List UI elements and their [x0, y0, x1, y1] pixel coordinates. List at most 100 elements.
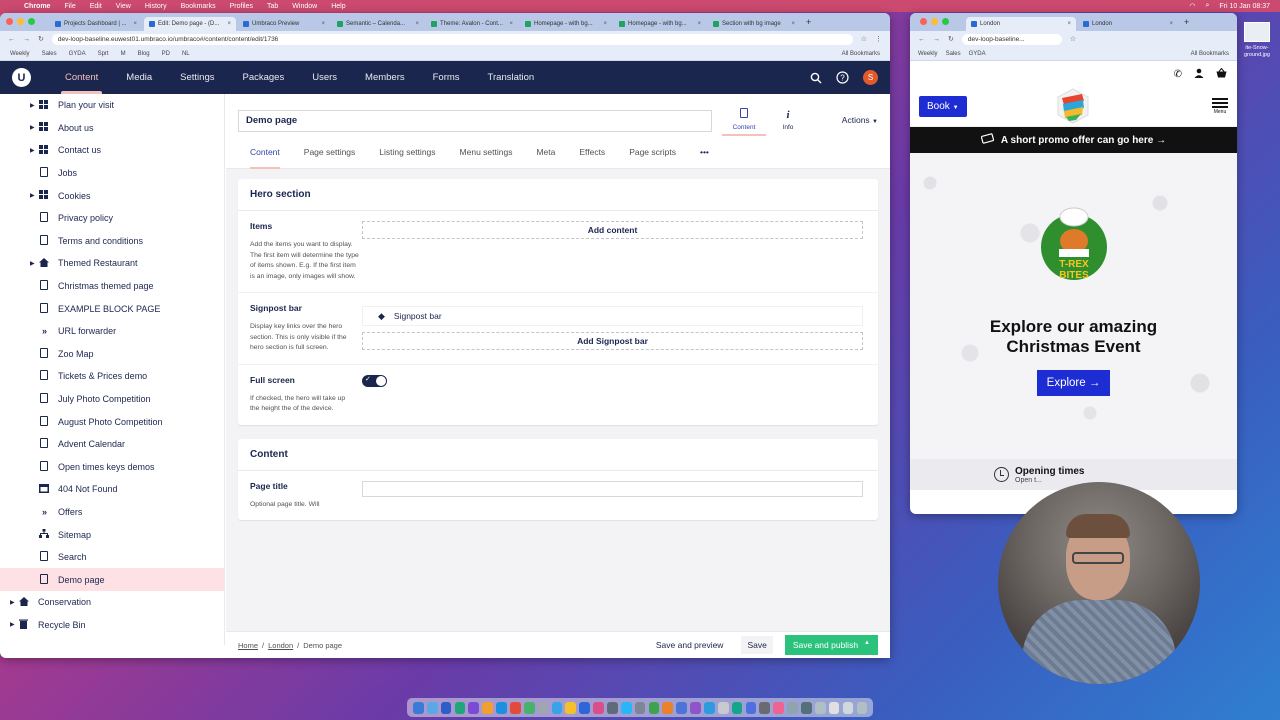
tree-item-cookies[interactable]: ▶ Cookies	[0, 184, 224, 207]
bookmark-item[interactable]: NL	[182, 51, 190, 57]
actions-button[interactable]: Actions ▼	[842, 115, 878, 125]
menubar-clock[interactable]: Fri 10 Jan 08:37	[1219, 3, 1270, 10]
browser-tab[interactable]: Section with bg image ×	[708, 17, 800, 31]
more-tabs-icon[interactable]: •••	[688, 147, 721, 169]
close-icon[interactable]: ×	[791, 21, 795, 27]
section-media[interactable]: Media	[112, 61, 166, 94]
dock-app-icon[interactable]	[704, 701, 715, 714]
dock-app-icon[interactable]	[856, 701, 868, 714]
dock-app-icon[interactable]	[814, 701, 826, 714]
add-signpost-button[interactable]: Add Signpost bar	[362, 332, 863, 351]
bookmark-item[interactable]: GYDA	[69, 51, 86, 57]
tree-item-about-us[interactable]: ▶ About us	[0, 117, 224, 140]
expand-caret-icon[interactable]: ▶	[30, 147, 35, 154]
new-tab-icon[interactable]: +	[1184, 17, 1189, 27]
browser-tab-active[interactable]: London ×	[966, 17, 1076, 31]
tree-item-zoo-map[interactable]: Zoo Map	[0, 343, 224, 366]
minimize-window-button[interactable]	[17, 18, 24, 25]
tree-item-open-times-keys-demos[interactable]: Open times keys demos	[0, 456, 224, 479]
caret-up-icon[interactable]: ▲	[864, 640, 870, 650]
section-settings[interactable]: Settings	[166, 61, 228, 94]
browser-tab-active[interactable]: Edit: Demo page - (D... ×	[144, 17, 236, 31]
dock-app-icon[interactable]	[731, 701, 743, 714]
tree-item-tickets-prices-demo[interactable]: Tickets & Prices demo	[0, 365, 224, 388]
browser-tab[interactable]: Semantic – Calenda... ×	[332, 17, 424, 31]
menu-bookmarks[interactable]: Bookmarks	[181, 3, 216, 10]
menu-tab[interactable]: Tab	[267, 3, 278, 10]
dock-app-icon[interactable]	[440, 701, 452, 714]
app-menu[interactable]: Chrome	[24, 3, 50, 10]
search-icon[interactable]	[809, 71, 822, 84]
tree-item-christmas-themed-page[interactable]: Christmas themed page	[0, 275, 224, 298]
close-window-button[interactable]	[920, 18, 927, 25]
tree-item-recycle-bin[interactable]: ▶ Recycle Bin	[0, 614, 224, 637]
save-button[interactable]: Save	[741, 636, 773, 654]
forward-icon[interactable]: →	[23, 36, 30, 43]
avatar[interactable]: S	[863, 70, 878, 85]
expand-caret-icon[interactable]: ▶	[30, 124, 35, 131]
expand-caret-icon[interactable]: ▶	[30, 260, 35, 267]
close-icon[interactable]: ×	[1169, 21, 1173, 27]
bookmark-item[interactable]: Weekly	[918, 51, 938, 57]
reload-icon[interactable]: ↻	[948, 35, 954, 43]
umbraco-logo[interactable]: U	[12, 68, 31, 87]
dock-app-icon[interactable]	[759, 701, 771, 714]
tab-content[interactable]: Content	[250, 147, 292, 169]
tree-item-privacy-policy[interactable]: Privacy policy	[0, 207, 224, 230]
close-window-button[interactable]	[6, 18, 13, 25]
dock-app-icon[interactable]	[468, 701, 480, 714]
tree-item-themed-restaurant[interactable]: ▶ Themed Restaurant	[0, 252, 224, 275]
book-button[interactable]: Book ▼	[919, 96, 967, 117]
signpost-block-item[interactable]: ◆ Signpost bar	[362, 306, 863, 327]
desktop-file-icon[interactable]: ite-Snow-ground.jpg	[1238, 22, 1276, 59]
expand-caret-icon[interactable]: ▶	[30, 102, 35, 109]
url-field[interactable]: dev-loop-baseline...	[961, 33, 1062, 45]
wifi-icon[interactable]: ◠	[1189, 2, 1195, 10]
explore-button[interactable]: Explore →	[1036, 369, 1111, 396]
close-icon[interactable]: ×	[509, 21, 513, 27]
bookmark-item[interactable]: GYDA	[969, 51, 986, 57]
minimize-window-button[interactable]	[931, 18, 938, 25]
section-content[interactable]: Content	[51, 61, 112, 94]
menu-edit[interactable]: Edit	[90, 3, 102, 10]
all-bookmarks[interactable]: All Bookmarks	[842, 51, 880, 57]
section-forms[interactable]: Forms	[419, 61, 474, 94]
menu-history[interactable]: History	[145, 3, 167, 10]
dock-app-icon[interactable]	[842, 701, 854, 714]
dock-app-icon[interactable]	[523, 701, 535, 714]
expand-caret-icon[interactable]: ▶	[10, 599, 15, 606]
tab-page-settings[interactable]: Page settings	[292, 147, 368, 169]
tree-item-demo-page[interactable]: Demo page	[0, 568, 224, 592]
breadcrumb-home[interactable]: Home	[238, 641, 258, 650]
expand-caret-icon[interactable]: ▶	[10, 621, 15, 628]
tab-menu-settings[interactable]: Menu settings	[448, 147, 525, 169]
dock-app-icon[interactable]	[413, 701, 424, 714]
tree-item-404-not-found[interactable]: 404 Not Found	[0, 478, 224, 501]
dock-app-icon[interactable]	[426, 701, 438, 714]
browser-tab[interactable]: Projects Dashboard | ... ×	[50, 17, 142, 31]
tree-item-search[interactable]: Search	[0, 546, 224, 569]
bookmark-item[interactable]: M	[121, 51, 126, 57]
reload-icon[interactable]: ↻	[38, 35, 44, 43]
tab-page-scripts[interactable]: Page scripts	[617, 147, 688, 169]
dock-app-icon[interactable]	[745, 701, 757, 714]
dock-app-icon[interactable]	[773, 701, 785, 714]
browser-tab[interactable]: Homepage - with bg... ×	[614, 17, 706, 31]
bookmark-item[interactable]: Weekly	[10, 51, 30, 57]
zoom-window-button[interactable]	[942, 18, 949, 25]
url-field[interactable]: dev-loop-baseline.euwest01.umbraco.io/um…	[51, 33, 853, 45]
section-users[interactable]: Users	[298, 61, 351, 94]
close-icon[interactable]: ×	[321, 21, 325, 27]
all-bookmarks[interactable]: All Bookmarks	[1191, 51, 1229, 57]
basket-icon[interactable]	[1216, 67, 1227, 81]
close-icon[interactable]: ×	[133, 21, 137, 27]
dock-app-icon[interactable]	[690, 701, 701, 714]
tree-item-contact-us[interactable]: ▶ Contact us	[0, 139, 224, 162]
search-icon[interactable]: ⌕	[1205, 2, 1209, 10]
section-translation[interactable]: Translation	[474, 61, 549, 94]
close-icon[interactable]: ×	[603, 21, 607, 27]
menu-window[interactable]: Window	[292, 3, 317, 10]
menu-button[interactable]: Menu	[1212, 98, 1228, 115]
bookmark-item[interactable]: Sales	[42, 51, 57, 57]
forward-icon[interactable]: →	[933, 36, 940, 43]
